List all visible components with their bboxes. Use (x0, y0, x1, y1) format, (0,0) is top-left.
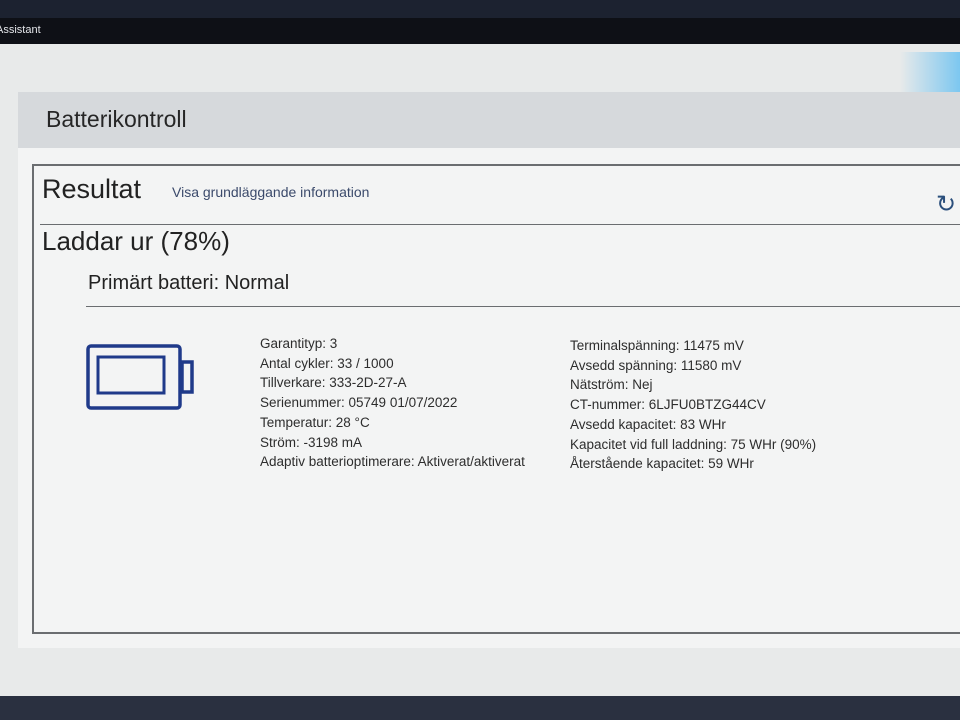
battery-details-left: Garantityp: 3 Antal cykler: 33 / 1000 Ti… (260, 334, 525, 472)
result-title: Resultat (42, 174, 142, 204)
battery-details-right: Terminalspänning: 11475 mV Avsedd spänni… (570, 336, 816, 474)
temperature: Temperatur: 28 °C (260, 414, 370, 430)
battery-inner (96, 355, 166, 395)
battery-terminal (180, 360, 194, 394)
discharge-status: Laddar ur (78%) (42, 226, 230, 256)
ct-number: CT-nummer: 6LJFU0BTZG44CV (570, 397, 766, 413)
battery-divider (86, 306, 960, 307)
full-charge-capacity: Kapacitet vid full laddning: 75 WHr (90%… (570, 436, 817, 452)
window-titlebar: Assistant (0, 18, 960, 44)
design-capacity: Avsedd kapacitet: 83 WHr (570, 416, 726, 432)
result-divider (40, 224, 960, 225)
remaining-capacity: Återstående kapacitet: 59 WHr (570, 456, 754, 472)
show-basic-info-link[interactable]: Visa grundläggande information (172, 184, 369, 200)
serial-number: Serienummer: 05749 01/07/2022 (260, 395, 458, 411)
terminal-voltage: Terminalspänning: 11475 mV (570, 338, 744, 353)
refresh-icon[interactable]: ↻ (936, 193, 958, 217)
page-header: Batterikontroll (18, 92, 960, 148)
window-title: Assistant (0, 24, 41, 36)
result-box: Resultat Visa grundläggande information … (32, 164, 960, 634)
current: Ström: -3198 mA (260, 434, 363, 450)
page-title: Batterikontroll (46, 106, 187, 132)
adaptive-optimizer: Adaptiv batterioptimerare: Aktiverat/akt… (260, 454, 525, 470)
battery-icon (86, 344, 194, 410)
cycle-count: Antal cykler: 33 / 1000 (260, 355, 394, 371)
manufacturer: Tillverkare: 333-2D-27-A (260, 375, 407, 391)
screen-bezel-bottom (0, 696, 960, 720)
battery-body (86, 344, 182, 410)
primary-battery-title: Primärt batteri: Normal (88, 272, 290, 294)
warranty-type: Garantityp: 3 (260, 336, 338, 351)
design-voltage: Avsedd spänning: 11580 mV (570, 357, 742, 373)
result-card: Resultat Visa grundläggande information … (18, 148, 960, 648)
screen-glare (900, 52, 960, 96)
ac-power: Nätström: Nej (570, 377, 653, 393)
